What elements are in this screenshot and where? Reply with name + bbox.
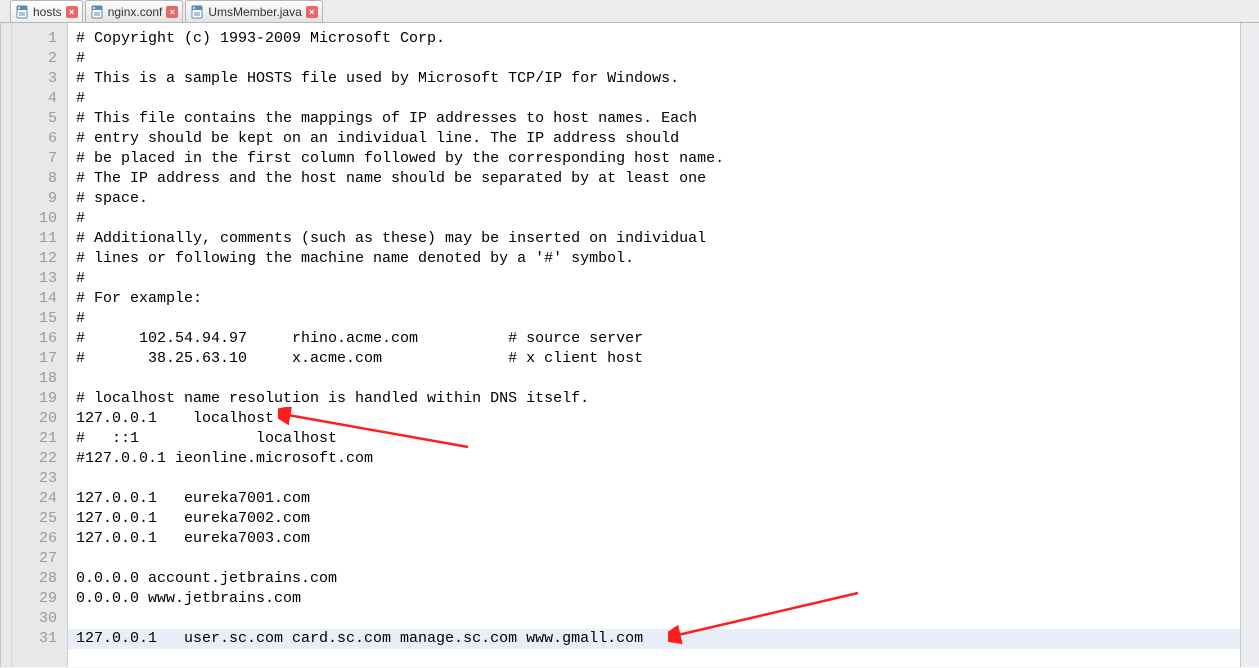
line-number: 26	[12, 529, 67, 549]
line-number: 20	[12, 409, 67, 429]
code-line[interactable]	[68, 549, 1240, 569]
code-line[interactable]	[68, 369, 1240, 389]
code-line[interactable]: #	[68, 209, 1240, 229]
fold-margin[interactable]	[1, 23, 12, 667]
code-line[interactable]: # This is a sample HOSTS file used by Mi…	[68, 69, 1240, 89]
line-number: 8	[12, 169, 67, 189]
line-number: 29	[12, 589, 67, 609]
code-line[interactable]: #	[68, 89, 1240, 109]
code-line[interactable]: # This file contains the mappings of IP …	[68, 109, 1240, 129]
code-line[interactable]: 127.0.0.1 eureka7003.com	[68, 529, 1240, 549]
code-line[interactable]: # The IP address and the host name shoul…	[68, 169, 1240, 189]
file-icon	[190, 5, 204, 19]
line-number: 14	[12, 289, 67, 309]
tab-label: UmsMember.java	[208, 5, 301, 19]
code-line[interactable]: 0.0.0.0 www.jetbrains.com	[68, 589, 1240, 609]
line-number: 24	[12, 489, 67, 509]
line-number: 5	[12, 109, 67, 129]
tab-nginx-conf[interactable]: nginx.conf ×	[85, 0, 184, 22]
line-number: 22	[12, 449, 67, 469]
line-number: 7	[12, 149, 67, 169]
code-line[interactable]: # 102.54.94.97 rhino.acme.com # source s…	[68, 329, 1240, 349]
line-number: 28	[12, 569, 67, 589]
line-number: 1	[12, 29, 67, 49]
line-number: 6	[12, 129, 67, 149]
tab-label: hosts	[33, 5, 62, 19]
code-line[interactable]: #	[68, 49, 1240, 69]
tab-label: nginx.conf	[108, 5, 163, 19]
line-number: 25	[12, 509, 67, 529]
line-number: 21	[12, 429, 67, 449]
tab-hosts[interactable]: hosts ×	[10, 0, 83, 22]
tab-umsmember-java[interactable]: UmsMember.java ×	[185, 0, 322, 22]
line-number: 15	[12, 309, 67, 329]
line-number: 18	[12, 369, 67, 389]
code-line[interactable]: # be placed in the first column followed…	[68, 149, 1240, 169]
line-number: 30	[12, 609, 67, 629]
file-icon	[90, 5, 104, 19]
code-line[interactable]: 127.0.0.1 eureka7002.com	[68, 509, 1240, 529]
line-number: 23	[12, 469, 67, 489]
code-line[interactable]: #127.0.0.1 ieonline.microsoft.com	[68, 449, 1240, 469]
code-line[interactable]: # 38.25.63.10 x.acme.com # x client host	[68, 349, 1240, 369]
scrollbar-track[interactable]	[1240, 23, 1259, 667]
code-line[interactable]: # lines or following the machine name de…	[68, 249, 1240, 269]
line-number: 17	[12, 349, 67, 369]
code-line[interactable]: #	[68, 309, 1240, 329]
code-line[interactable]: 127.0.0.1 localhost	[68, 409, 1240, 429]
file-icon	[15, 5, 29, 19]
code-line[interactable]	[68, 609, 1240, 629]
code-line[interactable]: # localhost name resolution is handled w…	[68, 389, 1240, 409]
line-number: 19	[12, 389, 67, 409]
line-number: 2	[12, 49, 67, 69]
line-number: 9	[12, 189, 67, 209]
editor: 1234567891011121314151617181920212223242…	[0, 23, 1259, 667]
code-line[interactable]: # For example:	[68, 289, 1240, 309]
line-number: 11	[12, 229, 67, 249]
close-icon[interactable]: ×	[166, 6, 178, 18]
code-line[interactable]: # Additionally, comments (such as these)…	[68, 229, 1240, 249]
line-number: 10	[12, 209, 67, 229]
code-line[interactable]: #	[68, 269, 1240, 289]
close-icon[interactable]: ×	[66, 6, 78, 18]
line-number: 16	[12, 329, 67, 349]
line-number-gutter: 1234567891011121314151617181920212223242…	[12, 23, 68, 667]
code-line[interactable]	[68, 469, 1240, 489]
code-line[interactable]: # space.	[68, 189, 1240, 209]
code-line[interactable]: 0.0.0.0 account.jetbrains.com	[68, 569, 1240, 589]
close-icon[interactable]: ×	[306, 6, 318, 18]
line-number: 27	[12, 549, 67, 569]
code-line[interactable]: 127.0.0.1 eureka7001.com	[68, 489, 1240, 509]
line-number: 3	[12, 69, 67, 89]
code-line[interactable]: 127.0.0.1 user.sc.com card.sc.com manage…	[68, 629, 1240, 649]
code-line[interactable]: # ::1 localhost	[68, 429, 1240, 449]
line-number: 31	[12, 629, 67, 649]
code-line[interactable]: # Copyright (c) 1993-2009 Microsoft Corp…	[68, 29, 1240, 49]
code-area[interactable]: # Copyright (c) 1993-2009 Microsoft Corp…	[68, 23, 1240, 667]
line-number: 13	[12, 269, 67, 289]
line-number: 12	[12, 249, 67, 269]
line-number: 4	[12, 89, 67, 109]
code-line[interactable]: # entry should be kept on an individual …	[68, 129, 1240, 149]
tab-bar: hosts × nginx.conf × UmsMember.java ×	[0, 0, 1259, 23]
